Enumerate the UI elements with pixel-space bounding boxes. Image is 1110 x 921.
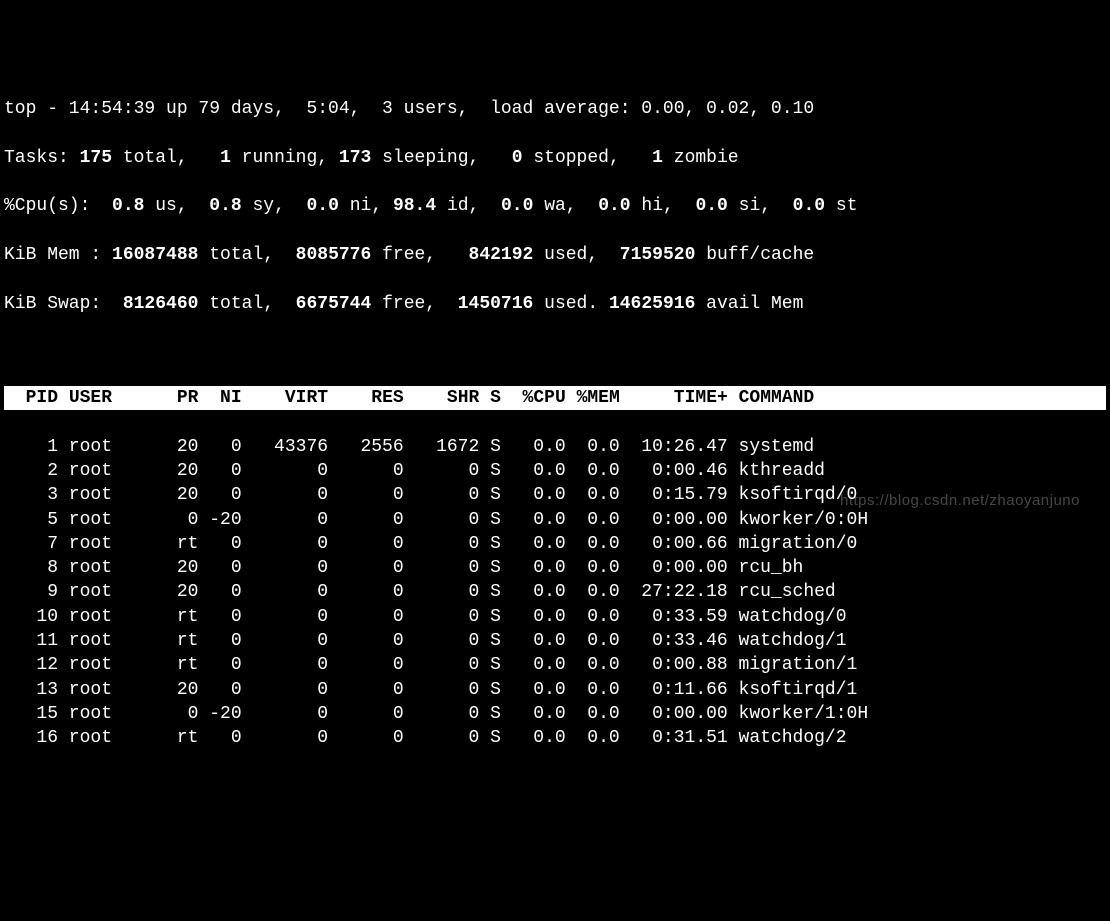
col-shr: SHR [404,388,480,408]
process-row[interactable]: 7 root rt 0 0 0 0 S 0.0 0.0 0:00.66 migr… [4,532,1106,556]
process-row[interactable]: 15 root 0 -20 0 0 0 S 0.0 0.0 0:00.00 kw… [4,702,1106,726]
process-table-header[interactable]: PID USER PR NI VIRT RES SHR S %CPU %MEM … [4,386,1106,410]
col-pid: PID [4,388,58,408]
process-row[interactable]: 16 root rt 0 0 0 0 S 0.0 0.0 0:31.51 wat… [4,726,1106,750]
summary-line-tasks: Tasks: 175 total, 1 running, 173 sleepin… [4,146,1106,170]
process-row[interactable]: 2 root 20 0 0 0 0 S 0.0 0.0 0:00.46 kthr… [4,459,1106,483]
summary-line-mem: KiB Mem : 16087488 total, 8085776 free, … [4,243,1106,267]
process-row[interactable]: 11 root rt 0 0 0 0 S 0.0 0.0 0:33.46 wat… [4,629,1106,653]
summary-line-cpu: %Cpu(s): 0.8 us, 0.8 sy, 0.0 ni, 98.4 id… [4,194,1106,218]
process-row[interactable]: 9 root 20 0 0 0 0 S 0.0 0.0 27:22.18 rcu… [4,580,1106,604]
col-s: S [479,388,501,408]
col-cpu: %CPU [501,388,566,408]
summary-line-swap: KiB Swap: 8126460 total, 6675744 free, 1… [4,292,1106,316]
process-row[interactable]: 12 root rt 0 0 0 0 S 0.0 0.0 0:00.88 mig… [4,653,1106,677]
summary-line-uptime: top - 14:54:39 up 79 days, 5:04, 3 users… [4,97,1106,121]
process-list: 1 root 20 0 43376 2556 1672 S 0.0 0.0 10… [4,435,1106,751]
process-row[interactable]: 5 root 0 -20 0 0 0 S 0.0 0.0 0:00.00 kwo… [4,508,1106,532]
top-output: top - 14:54:39 up 79 days, 5:04, 3 users… [0,73,1110,775]
col-virt: VIRT [242,388,328,408]
blank-line [4,340,1106,362]
process-row[interactable]: 13 root 20 0 0 0 0 S 0.0 0.0 0:11.66 kso… [4,678,1106,702]
process-row[interactable]: 10 root rt 0 0 0 0 S 0.0 0.0 0:33.59 wat… [4,605,1106,629]
col-ni: NI [198,388,241,408]
col-pr: PR [155,388,198,408]
col-command: COMMAND [728,388,890,408]
col-res: RES [328,388,404,408]
process-row[interactable]: 1 root 20 0 43376 2556 1672 S 0.0 0.0 10… [4,435,1106,459]
col-user: USER [58,388,155,408]
process-row[interactable]: 8 root 20 0 0 0 0 S 0.0 0.0 0:00.00 rcu_… [4,556,1106,580]
col-mem: %MEM [566,388,620,408]
watermark: https://blog.csdn.net/zhaoyanjuno [840,491,1080,511]
col-time: TIME+ [620,388,728,408]
